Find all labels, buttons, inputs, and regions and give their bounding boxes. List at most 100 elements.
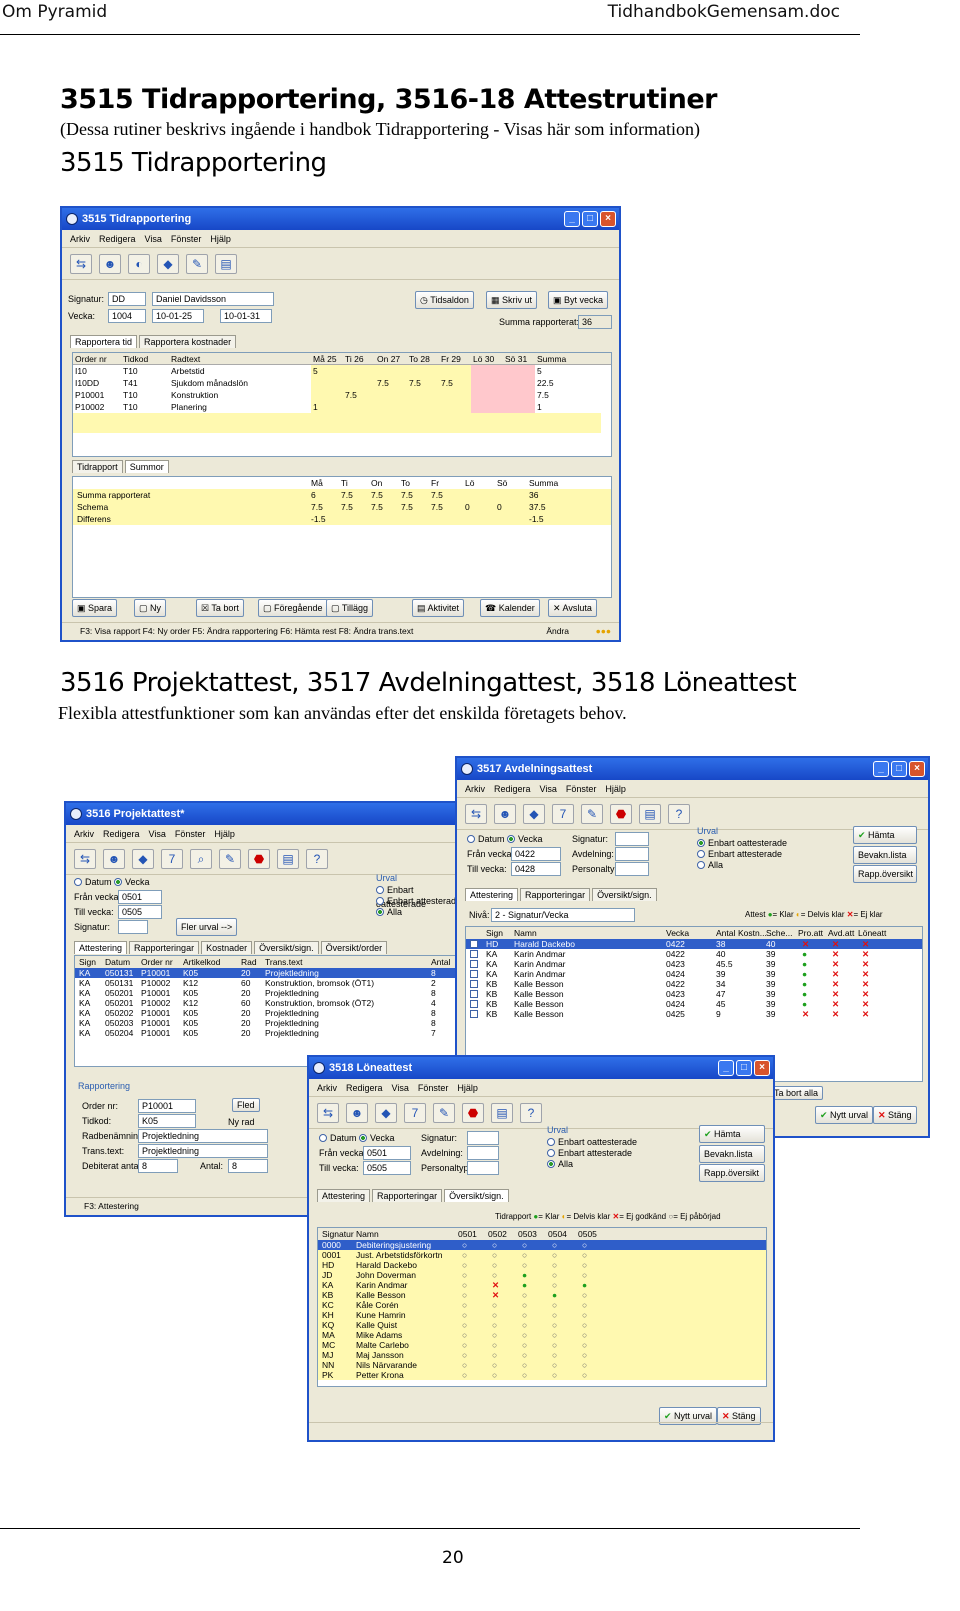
hamta-button[interactable]: ✔ Hämta	[853, 826, 917, 844]
bevakn-button[interactable]: Bevakn.lista	[853, 846, 917, 864]
menu-fonster[interactable]: Fönster	[171, 230, 202, 247]
menu-arkiv[interactable]: Arkiv	[70, 230, 90, 247]
radben-field[interactable]: Projektledning	[138, 1129, 268, 1143]
tab-rapportera-tid[interactable]: Rapportera tid	[70, 335, 138, 348]
radio-oattesterade[interactable]	[547, 1138, 555, 1146]
maximize-icon[interactable]: □	[736, 1060, 752, 1076]
menu-hjalp[interactable]: Hjälp	[210, 230, 231, 247]
row-checkbox[interactable]	[470, 980, 478, 988]
radio-vecka[interactable]	[507, 835, 516, 843]
radio-oattesterade[interactable]	[376, 886, 384, 894]
row-checkbox[interactable]	[470, 970, 478, 978]
menu-visa[interactable]: Visa	[149, 825, 166, 842]
tab-oversikt-sign[interactable]: Översikt/sign.	[254, 941, 319, 954]
maximize-icon[interactable]: □	[582, 211, 598, 227]
avdelning-field[interactable]	[467, 1146, 499, 1160]
tab-rapporteringar[interactable]: Rapporteringar	[520, 888, 591, 901]
hamta-button[interactable]: ✔ Hämta	[699, 1125, 765, 1143]
order-field[interactable]: P10001	[138, 1099, 196, 1113]
niva-select[interactable]: 2 - Signatur/Vecka	[491, 908, 635, 922]
from-date-field[interactable]: 10-01-25	[152, 309, 204, 323]
tidkod-field[interactable]: K05	[138, 1114, 196, 1128]
fled-button[interactable]: Fled	[232, 1098, 260, 1112]
fran-field[interactable]: 0501	[118, 890, 162, 904]
radio-datum[interactable]	[467, 835, 475, 843]
close-icon[interactable]: ×	[909, 761, 925, 777]
calendar-icon[interactable]: 7	[552, 803, 574, 824]
minimize-icon[interactable]: _	[873, 761, 889, 777]
tab-kostnader[interactable]: Kostnader	[201, 941, 253, 954]
export-icon[interactable]: ⇆	[74, 848, 96, 869]
tab-tidrapport[interactable]: Tidrapport	[72, 460, 123, 473]
radio-attesterade[interactable]	[547, 1149, 555, 1157]
row-checkbox[interactable]	[470, 940, 478, 948]
calendar-edit-icon[interactable]: ✎	[433, 1102, 455, 1123]
tab-summor[interactable]: Summor	[124, 460, 169, 473]
tidsaldon-button[interactable]: ◷ Tidsaldon	[415, 291, 474, 309]
stop-icon[interactable]: ⬣	[248, 848, 270, 869]
maximize-icon[interactable]: □	[891, 761, 907, 777]
tab-oversikt-sign[interactable]: Översikt/sign.	[444, 1189, 509, 1202]
radio-oattesterade[interactable]	[697, 839, 705, 847]
row-checkbox[interactable]	[470, 1000, 478, 1008]
rapp-oversikt-button[interactable]: Rapp.översikt	[853, 865, 917, 883]
btn-ta-bort[interactable]: ☒ Ta bort	[196, 599, 244, 617]
menu-hjalp[interactable]: Hjälp	[605, 780, 626, 797]
calendar-edit-icon[interactable]: ✎	[186, 253, 208, 274]
radio-alla[interactable]	[697, 861, 705, 869]
nytt-urval-button[interactable]: ✔ Nytt urval	[815, 1106, 874, 1124]
till-field[interactable]: 0505	[118, 905, 162, 919]
eraser-icon[interactable]: ◆	[523, 803, 545, 824]
menu-hjalp[interactable]: Hjälp	[457, 1079, 478, 1096]
help-icon[interactable]: ?	[668, 803, 690, 824]
menu-redigera[interactable]: Redigera	[99, 230, 136, 247]
export-icon[interactable]: ⇆	[465, 803, 487, 824]
menu-visa[interactable]: Visa	[392, 1079, 409, 1096]
vecka-field[interactable]: 1004	[108, 309, 146, 323]
menu-visa[interactable]: Visa	[540, 780, 557, 797]
menu-visa[interactable]: Visa	[145, 230, 162, 247]
tab-attestering[interactable]: Attestering	[74, 941, 128, 954]
btn-föregående[interactable]: ▢ Föregående	[258, 599, 328, 617]
books-icon[interactable]: ▤	[491, 1102, 513, 1123]
row-checkbox[interactable]	[470, 1010, 478, 1018]
minimize-icon[interactable]: _	[718, 1060, 734, 1076]
btn-kalender[interactable]: ☎ Kalender	[480, 599, 540, 617]
radio-attesterade[interactable]	[697, 850, 705, 858]
row-checkbox[interactable]	[470, 960, 478, 968]
row-checkbox[interactable]	[470, 990, 478, 998]
tab-rapporteringar[interactable]: Rapporteringar	[372, 1189, 443, 1202]
personaltyp-field[interactable]	[615, 862, 649, 876]
minimize-icon[interactable]: _	[564, 211, 580, 227]
till-field[interactable]: 0505	[363, 1161, 411, 1175]
bevakn-button[interactable]: Bevakn.lista	[699, 1145, 765, 1163]
menu-arkiv[interactable]: Arkiv	[465, 780, 485, 797]
users-icon[interactable]: ☻	[103, 848, 125, 869]
fran-field[interactable]: 0501	[363, 1146, 411, 1160]
btn-spara[interactable]: ▣ Spara	[72, 599, 118, 617]
signatur-field[interactable]	[118, 920, 148, 934]
btn-avsluta[interactable]: ✕ Avsluta	[548, 599, 597, 617]
stop-icon[interactable]: ⬣	[462, 1102, 484, 1123]
export-icon[interactable]: ⇆	[317, 1102, 339, 1123]
menu-arkiv[interactable]: Arkiv	[74, 825, 94, 842]
books-icon[interactable]: ▤	[215, 253, 237, 274]
users-icon[interactable]: ☻	[346, 1102, 368, 1123]
export-icon[interactable]: ⇆	[70, 253, 92, 274]
radio-alla[interactable]	[376, 908, 384, 916]
fran-field[interactable]: 0422	[511, 847, 561, 861]
users-icon[interactable]: ☻	[494, 803, 516, 824]
radio-datum[interactable]	[319, 1134, 327, 1142]
calendar-icon[interactable]: 7	[404, 1102, 426, 1123]
books-icon[interactable]: ▤	[277, 848, 299, 869]
personaltyp-field[interactable]	[467, 1161, 499, 1175]
eraser-icon[interactable]: ◆	[132, 848, 154, 869]
till-field[interactable]: 0428	[511, 862, 561, 876]
deb-field[interactable]: 8	[138, 1159, 178, 1173]
close-icon[interactable]: ×	[600, 211, 616, 227]
antal-field[interactable]: 8	[228, 1159, 268, 1173]
trans-field[interactable]: Projektledning	[138, 1144, 268, 1158]
menu-redigera[interactable]: Redigera	[103, 825, 140, 842]
btn-ny[interactable]: ▢ Ny	[134, 599, 167, 617]
search-doc-icon[interactable]: ⌕	[190, 848, 212, 869]
